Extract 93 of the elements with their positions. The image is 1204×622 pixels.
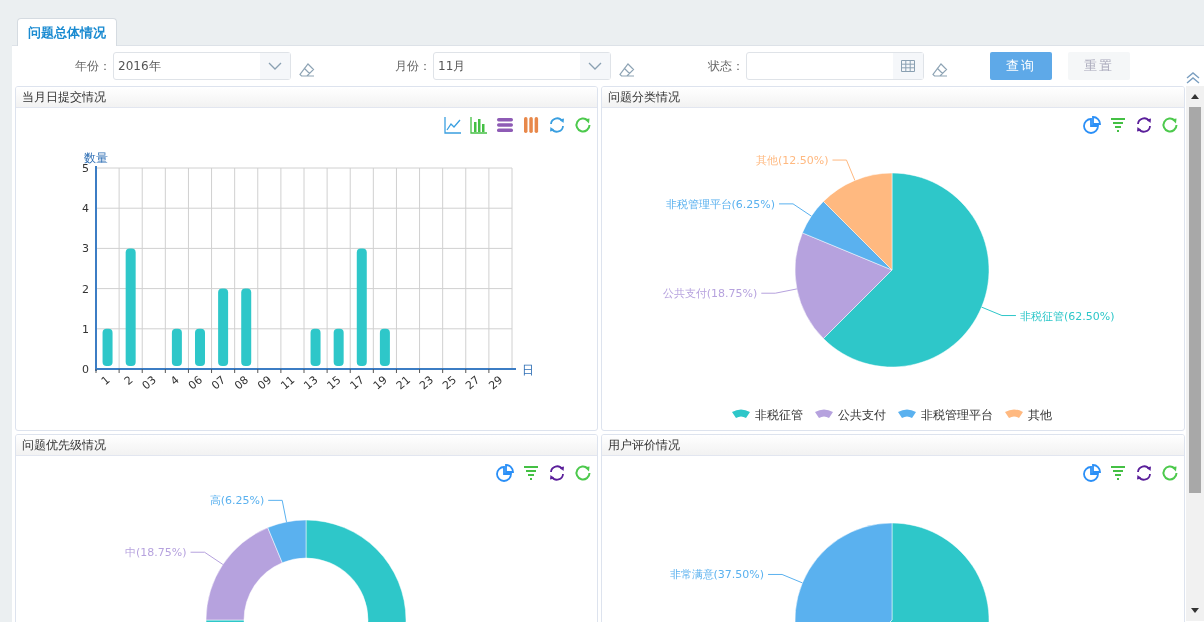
bar bbox=[310, 328, 321, 366]
axis-label: 4 bbox=[82, 202, 89, 216]
legend-item[interactable]: 非税征管 bbox=[755, 408, 803, 422]
eraser-icon[interactable] bbox=[932, 62, 948, 78]
axis-label: 29 bbox=[486, 373, 506, 393]
axis-label: 15 bbox=[324, 373, 344, 393]
leader-line bbox=[760, 288, 798, 294]
leader-line bbox=[981, 306, 1017, 317]
bar-chart-icon[interactable] bbox=[470, 116, 488, 134]
eraser-icon[interactable] bbox=[619, 62, 635, 78]
axis-label: 0 bbox=[82, 363, 89, 376]
refresh-icon[interactable] bbox=[1135, 464, 1153, 482]
legend-item[interactable]: 其他 bbox=[1028, 408, 1052, 422]
bar bbox=[379, 328, 390, 366]
funnel-icon[interactable] bbox=[1109, 464, 1127, 482]
scroll-thumb[interactable] bbox=[1189, 107, 1201, 493]
scroll-down-icon[interactable] bbox=[1191, 608, 1199, 613]
data-label: 高(6.25%) bbox=[209, 494, 265, 508]
pie-chart-icon[interactable] bbox=[1083, 116, 1101, 134]
bar bbox=[333, 328, 344, 366]
axis-label: 17 bbox=[347, 373, 367, 393]
axis-label: 1 bbox=[98, 373, 113, 388]
restore-icon[interactable] bbox=[574, 116, 592, 134]
tiled-icon[interactable] bbox=[522, 116, 540, 134]
axis-label: 07 bbox=[208, 373, 229, 393]
axis-label: 25 bbox=[440, 373, 460, 393]
bar bbox=[102, 328, 113, 366]
axis-label: 19 bbox=[370, 373, 390, 393]
field-label: 年份： bbox=[74, 57, 111, 75]
leader-line bbox=[267, 499, 287, 523]
legend-item[interactable]: 非税管理平台 bbox=[921, 408, 993, 422]
axis-label: 5 bbox=[82, 162, 89, 175]
scrollbar[interactable] bbox=[1186, 86, 1204, 621]
data-label: 非税征管(62.50%) bbox=[1019, 309, 1115, 323]
collapse-icon[interactable] bbox=[1186, 72, 1200, 84]
caret-icon bbox=[268, 62, 282, 70]
legend-marker bbox=[1005, 409, 1023, 418]
axis-title: 日 bbox=[522, 363, 534, 377]
stack-icon[interactable] bbox=[496, 116, 514, 134]
restore-icon[interactable] bbox=[1161, 464, 1179, 482]
axis-label: 11 bbox=[278, 373, 298, 393]
data-label: 公共支付(18.75%) bbox=[662, 287, 758, 301]
axis-title: 数量 bbox=[84, 151, 108, 165]
axis-label: 23 bbox=[416, 373, 437, 393]
pie-chart-icon[interactable] bbox=[496, 464, 514, 482]
data-label: 其他(12.50%) bbox=[755, 154, 829, 168]
legend-marker bbox=[732, 409, 750, 418]
axis-label: 21 bbox=[393, 373, 413, 393]
axis-label: 4 bbox=[168, 373, 182, 388]
panel-title: 当月日提交情况 bbox=[21, 88, 106, 106]
panel-title: 用户评价情况 bbox=[607, 436, 680, 454]
eraser-icon[interactable] bbox=[299, 62, 315, 78]
funnel-icon[interactable] bbox=[522, 464, 540, 482]
refresh-icon[interactable] bbox=[548, 464, 566, 482]
dropdown[interactable]: 11月 bbox=[433, 52, 611, 80]
refresh-icon[interactable] bbox=[1135, 116, 1153, 134]
leader-line bbox=[767, 573, 803, 584]
field-label: 状态： bbox=[707, 57, 744, 75]
field-label: 月份： bbox=[394, 57, 431, 75]
grid-icon bbox=[901, 60, 915, 72]
legend-item[interactable]: 公共支付 bbox=[838, 408, 886, 422]
legend-marker bbox=[815, 409, 833, 418]
data-label: 中(18.75%) bbox=[125, 546, 187, 560]
axis-label: 13 bbox=[301, 373, 321, 393]
axis-label: 03 bbox=[139, 373, 159, 393]
data-label: 非税管理平台(6.25%) bbox=[665, 197, 776, 211]
leader-line bbox=[831, 159, 856, 181]
legend-marker bbox=[898, 409, 916, 418]
restore-icon[interactable] bbox=[1161, 116, 1179, 134]
axis-label: 3 bbox=[82, 242, 89, 256]
input-field[interactable] bbox=[746, 52, 924, 80]
axis-label: 2 bbox=[82, 282, 89, 296]
bar bbox=[171, 328, 182, 366]
leader-line bbox=[778, 203, 812, 217]
leader-line bbox=[190, 551, 224, 565]
funnel-icon[interactable] bbox=[1109, 116, 1127, 134]
scroll-up-icon[interactable] bbox=[1191, 94, 1199, 99]
restore-icon[interactable] bbox=[574, 464, 592, 482]
tab[interactable]: 问题总体情况 bbox=[17, 18, 117, 46]
pie-chart-icon[interactable] bbox=[1083, 464, 1101, 482]
line-chart-icon[interactable] bbox=[444, 116, 462, 134]
dropdown[interactable]: 2016年 bbox=[113, 52, 291, 80]
axis-label: 09 bbox=[255, 373, 275, 393]
bar bbox=[195, 328, 205, 366]
data-label: 非常满意(37.50%) bbox=[669, 568, 765, 582]
panel-title: 问题分类情况 bbox=[607, 88, 680, 106]
axis-label: 2 bbox=[121, 373, 136, 388]
caret-icon bbox=[588, 62, 602, 70]
axis-label: 08 bbox=[232, 373, 252, 393]
panel-title: 问题优先级情况 bbox=[21, 436, 106, 454]
axis-label: 06 bbox=[185, 373, 205, 393]
axis-label: 27 bbox=[463, 373, 483, 393]
axis-label: 1 bbox=[82, 322, 89, 336]
